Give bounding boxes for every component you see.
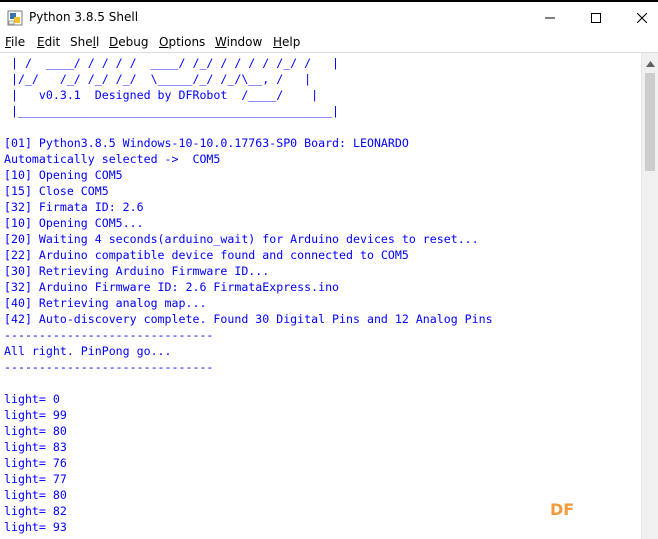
menu-window-mnemonic: W [215,35,227,49]
menu-edit[interactable]: Edit [37,35,60,49]
dfrobot-watermark-logo: DF [550,500,575,519]
menu-window[interactable]: Window [215,35,262,49]
menu-file[interactable]: File [5,35,25,49]
menu-debug[interactable]: Debug [109,35,148,49]
menu-help-mnemonic: H [273,35,283,49]
output-line: [15] Close COM5 [4,184,109,198]
menu-bar: File Edit Shell Debug Options Window Hel… [0,32,658,52]
output-line: [40] Retrieving analog map... [4,296,207,310]
reading-line: light= 99 [4,408,67,422]
reading-line: light= 82 [4,504,67,518]
close-button[interactable] [619,2,658,32]
output-line: Automatically selected -> COM5 [4,152,221,166]
reading-line: light= 76 [4,456,67,470]
reading-line: light= 0 [4,392,60,406]
banner-line: |_______________________________________… [4,104,340,118]
output-line: [32] Arduino Firmware ID: 2.6 FirmataExp… [4,280,340,294]
reading-line: light= 77 [4,472,67,486]
menu-window-label: indow [226,35,263,49]
output-line: [20] Waiting 4 seconds(arduino_wait) for… [4,232,479,246]
reading-line: light= 93 [4,520,67,534]
output-line: [22] Arduino compatible device found and… [4,248,409,262]
separator-line: ------------------------------ [4,328,214,342]
scroll-up-button[interactable] [642,53,658,70]
shell-output-area[interactable]: | / ____/ / / / / ____/ /_/ / / / / /_/ … [0,53,641,539]
menu-shell[interactable]: Shell [70,35,99,49]
minimize-button[interactable] [527,2,573,32]
title-bar[interactable]: Python 3.8.5 Shell [0,2,658,32]
close-icon [636,8,648,27]
vertical-scrollbar[interactable] [641,53,658,539]
output-line: [10] Opening COM5 [4,168,123,182]
menu-help-label: elp [282,35,301,49]
menu-debug-label: ebug [118,35,149,49]
output-line: [42] Auto-discovery complete. Found 30 D… [4,312,493,326]
banner-line: | v0.3.1 Designed by DFRobot /____/ | [4,88,319,102]
output-line: All right. PinPong go... [4,344,172,358]
output-line: [10] Opening COM5... [4,216,144,230]
menu-debug-mnemonic: D [109,35,119,49]
scrollbar-thumb[interactable] [645,73,655,171]
banner-line: |/_/ /_/ /_/ /_/ \_____/_/ /_/\__, / | [4,72,312,86]
reading-line: light= 80 [4,488,67,502]
menu-edit-label: dit [44,35,61,49]
window-title: Python 3.8.5 Shell [29,10,139,24]
menu-help[interactable]: Help [273,35,300,49]
scroll-up-arrow-icon [645,52,655,71]
output-line: [32] Firmata ID: 2.6 [4,200,144,214]
reading-line: light= 80 [4,424,67,438]
output-line: [30] Retrieving Arduino Firmware ID... [4,264,270,278]
maximize-icon [591,8,601,27]
banner-line: | / ____/ / / / / ____/ /_/ / / / / /_/ … [4,56,340,70]
minimize-icon [545,8,555,27]
reading-line: light= 83 [4,440,67,454]
separator-line: ------------------------------ [4,360,214,374]
menu-options-label: ptions [168,35,206,49]
menu-shell-label-end: l [95,35,100,49]
menu-file-label: ile [11,35,26,49]
output-line: [01] Python3.8.5 Windows-10-10.0.17763-S… [4,136,409,150]
python-idle-icon[interactable] [7,10,23,26]
menu-options[interactable]: Options [159,35,205,49]
menu-shell-label-start: She [70,35,93,49]
maximize-button[interactable] [573,2,619,32]
menu-edit-mnemonic: E [37,35,45,49]
